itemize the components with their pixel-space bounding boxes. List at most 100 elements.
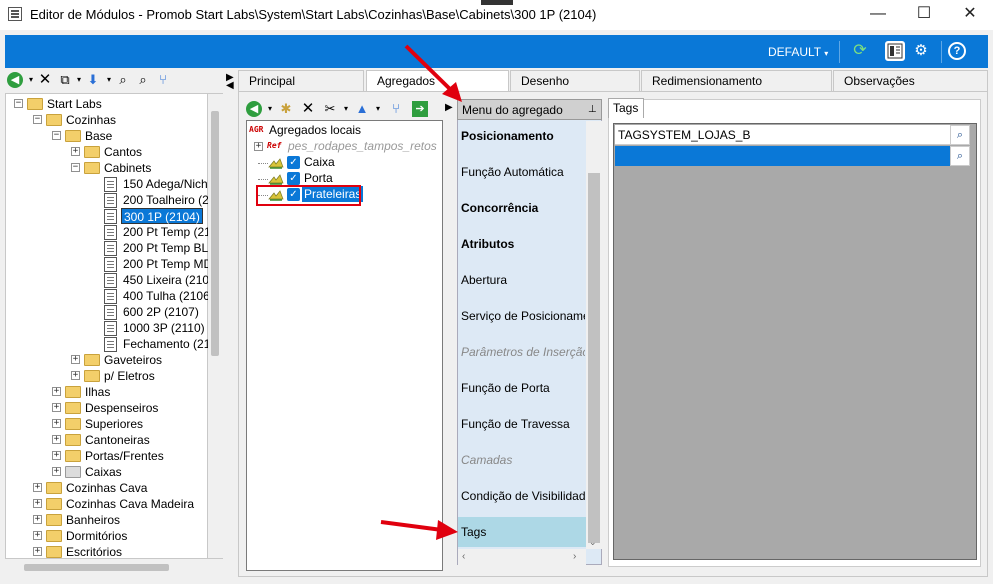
tree-item[interactable]: 1000 3P (2110) bbox=[121, 320, 207, 336]
expand-icon[interactable]: + bbox=[254, 142, 263, 151]
tree-item[interactable]: Portas/Frentes bbox=[83, 448, 166, 464]
binoculars-icon[interactable]: ⌕ bbox=[950, 146, 970, 166]
menu-item[interactable]: Camadas bbox=[461, 450, 585, 470]
expand-icon[interactable]: + bbox=[33, 547, 42, 556]
tree-link-icon[interactable]: ⑂ bbox=[155, 72, 171, 88]
menu-item[interactable]: Função de Porta bbox=[461, 378, 585, 398]
new-item-icon[interactable]: ✱ bbox=[278, 101, 294, 117]
refresh-icon[interactable]: ⟳ bbox=[850, 41, 870, 61]
expand-icon[interactable]: + bbox=[52, 403, 61, 412]
expand-icon[interactable]: + bbox=[71, 371, 80, 380]
chevron-down-icon[interactable]: ▾ bbox=[370, 101, 386, 117]
tree-item[interactable]: Cozinhas Cava bbox=[64, 480, 149, 496]
chevron-down-icon[interactable]: ▾ bbox=[262, 101, 278, 117]
menu-item[interactable]: Atributos bbox=[461, 234, 585, 254]
menu-item[interactable]: Posicionamento bbox=[461, 126, 585, 146]
minimize-button[interactable]: — bbox=[855, 0, 901, 30]
aggregate-item[interactable]: Porta bbox=[302, 170, 335, 186]
delete-icon[interactable]: ✕ bbox=[37, 72, 53, 88]
tags-grid[interactable] bbox=[613, 123, 977, 560]
expand-icon[interactable]: − bbox=[71, 163, 80, 172]
tree-item[interactable]: p/ Eletros bbox=[102, 368, 157, 384]
expand-icon[interactable]: + bbox=[33, 515, 42, 524]
aggregate-checkbox[interactable]: ✓ bbox=[287, 156, 300, 169]
layout-icon[interactable] bbox=[885, 41, 905, 61]
tree-vertical-scroll-thumb[interactable] bbox=[211, 111, 219, 356]
drag-handle[interactable] bbox=[481, 0, 513, 5]
aggregate-item[interactable]: Caixa bbox=[302, 154, 337, 170]
tree-horizontal-scroll-thumb[interactable] bbox=[24, 564, 169, 571]
tree-item[interactable]: Ilhas bbox=[83, 384, 112, 400]
menu-horizontal-scrollbar[interactable] bbox=[458, 549, 586, 565]
expand-icon[interactable]: + bbox=[52, 419, 61, 428]
tree-item[interactable]: 200 Toalheiro (2 bbox=[121, 192, 208, 208]
aggregates-root-label[interactable]: Agregados locais bbox=[269, 123, 361, 137]
tab-principal[interactable]: Principal bbox=[238, 70, 364, 91]
expand-icon[interactable]: + bbox=[52, 435, 61, 444]
reference-aggregate[interactable]: pes_rodapes_tampos_retos bbox=[288, 139, 437, 153]
gear-icon[interactable]: ⚙ bbox=[911, 41, 931, 61]
tag-value[interactable]: TAGSYSTEM_LOJAS_B bbox=[618, 128, 751, 142]
tag-row-new[interactable] bbox=[615, 146, 953, 166]
tree-item[interactable]: Gaveteiros bbox=[102, 352, 164, 368]
tag-row[interactable]: TAGSYSTEM_LOJAS_B bbox=[615, 125, 953, 145]
maximize-button[interactable]: ☐ bbox=[901, 0, 947, 30]
expand-icon[interactable]: + bbox=[52, 451, 61, 460]
tree-item[interactable]: 600 2P (2107) bbox=[121, 304, 201, 320]
tab-tags[interactable]: Tags bbox=[608, 98, 644, 118]
aggregate-checkbox[interactable]: ✓ bbox=[287, 172, 300, 185]
tree-item[interactable]: 200 Pt Temp BLU bbox=[121, 240, 208, 256]
scroll-right-icon[interactable]: › bbox=[573, 551, 576, 562]
tree-item[interactable]: Fechamento (21 bbox=[121, 336, 208, 352]
binoculars-icon[interactable]: ⌕ bbox=[115, 72, 131, 88]
menu-item[interactable]: Parâmetros de Inserção bbox=[461, 342, 585, 362]
expand-icon[interactable]: − bbox=[14, 99, 23, 108]
tree-item[interactable]: Escritórios bbox=[64, 544, 124, 560]
tab-redimensionamento[interactable]: Redimensionamento bbox=[641, 70, 832, 91]
tree-item[interactable]: 200 Pt Temp (21 bbox=[121, 224, 208, 240]
binoculars-icon[interactable]: ⌕ bbox=[950, 125, 970, 145]
tree-item[interactable]: 400 Tulha (2106 bbox=[121, 288, 208, 304]
expand-icon[interactable]: − bbox=[33, 115, 42, 124]
tree-item[interactable]: Superiores bbox=[83, 416, 145, 432]
menu-item[interactable]: Concorrência bbox=[461, 198, 585, 218]
tree-item[interactable]: Base bbox=[83, 128, 114, 144]
help-icon[interactable]: ? bbox=[948, 42, 966, 60]
menu-item[interactable]: Tags bbox=[461, 522, 585, 542]
tree-item[interactable]: Caixas bbox=[83, 464, 124, 480]
find-replace-icon[interactable]: ⌕ bbox=[135, 72, 151, 88]
collapse-left-icon[interactable]: ◀ bbox=[226, 80, 234, 91]
tab-observacoes[interactable]: Observações bbox=[833, 70, 988, 91]
scroll-down-icon[interactable]: ⌄ bbox=[589, 537, 597, 548]
menu-item[interactable]: Condição de Visibilidade bbox=[461, 486, 585, 506]
tree-item[interactable]: 200 Pt Temp MD bbox=[121, 256, 208, 272]
tree-item[interactable]: Cantoneiras bbox=[83, 432, 152, 448]
cut-icon[interactable]: ✂ bbox=[322, 101, 338, 117]
tree-item[interactable]: Despenseiros bbox=[83, 400, 160, 416]
move-up-icon[interactable]: ▲ bbox=[354, 101, 370, 117]
expand-icon[interactable]: + bbox=[52, 467, 61, 476]
tree-item[interactable]: 150 Adega/Nicho bbox=[121, 176, 208, 192]
scroll-left-icon[interactable]: ‹ bbox=[462, 551, 465, 562]
menu-item[interactable]: Função Automática bbox=[461, 162, 585, 182]
delete-icon[interactable]: ✕ bbox=[300, 101, 316, 117]
tree-item[interactable]: Banheiros bbox=[64, 512, 122, 528]
expand-icon[interactable]: + bbox=[33, 483, 42, 492]
expand-icon[interactable]: + bbox=[52, 387, 61, 396]
tree-item[interactable]: 300 1P (2104) bbox=[121, 208, 203, 224]
expand-icon[interactable]: + bbox=[33, 499, 42, 508]
pin-icon[interactable]: ⊥ bbox=[588, 100, 597, 120]
close-button[interactable]: ✕ bbox=[947, 0, 993, 30]
expand-icon[interactable]: + bbox=[71, 355, 80, 364]
profile-dropdown[interactable]: DEFAULT ▾ bbox=[768, 45, 828, 59]
expand-icon[interactable]: + bbox=[71, 147, 80, 156]
tree-item[interactable]: Cozinhas bbox=[64, 112, 118, 128]
chevron-down-icon[interactable]: ▾ bbox=[338, 101, 354, 117]
menu-item[interactable]: Serviço de Posicionamento bbox=[461, 306, 585, 326]
expand-icon[interactable]: + bbox=[33, 531, 42, 540]
menu-item[interactable]: Função de Travessa bbox=[461, 414, 585, 434]
back-icon[interactable]: ◀ bbox=[7, 72, 23, 88]
tree-item[interactable]: Start Labs bbox=[45, 96, 104, 112]
tree-item[interactable]: Cantos bbox=[102, 144, 144, 160]
tab-desenho[interactable]: Desenho bbox=[510, 70, 640, 91]
